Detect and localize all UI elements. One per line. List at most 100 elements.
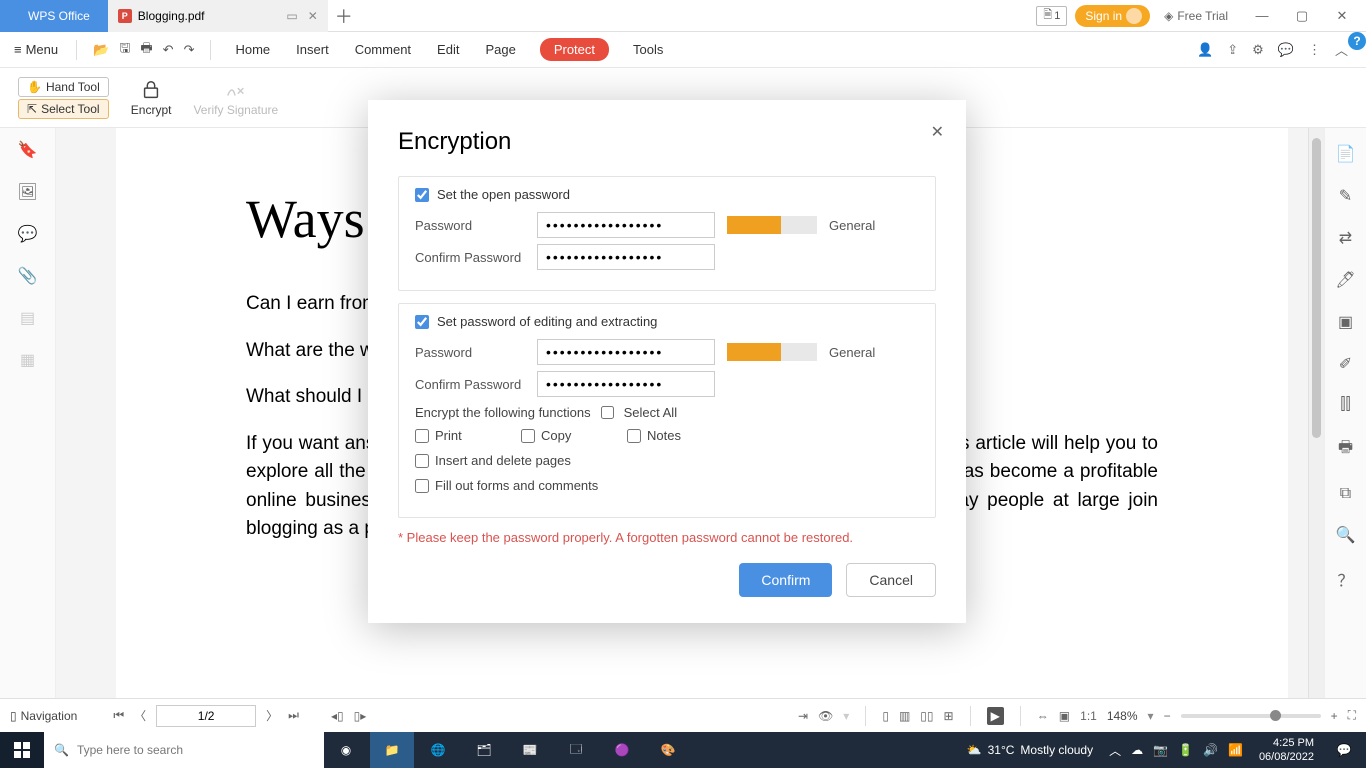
prev-page-icon[interactable]: 〈 <box>134 707 146 724</box>
tray-wifi-icon[interactable]: 📶 <box>1228 743 1243 757</box>
select-all-checkbox[interactable] <box>601 406 614 419</box>
single-page-icon[interactable]: ▯ <box>882 709 889 723</box>
tab-close-icon[interactable]: ✕ <box>308 9 318 23</box>
taskbar-cortana-icon[interactable]: ◉ <box>324 732 368 768</box>
start-button[interactable] <box>0 732 44 768</box>
taskbar-search[interactable]: 🔍 Type here to search <box>44 732 324 768</box>
fit-page-icon[interactable]: ▣ <box>1059 709 1070 723</box>
screenshot-icon[interactable]: ⧉ <box>1340 485 1351 503</box>
tab-page[interactable]: Page <box>483 38 517 61</box>
tab-insert[interactable]: Insert <box>294 38 331 61</box>
continuous-icon[interactable]: ▥ <box>899 709 910 723</box>
fit-width-icon[interactable]: ⇔ <box>1037 709 1049 723</box>
annotate-icon[interactable]: 🖊 <box>1335 270 1355 290</box>
print-right-icon[interactable]: 🖶 <box>1338 436 1353 463</box>
highlight-icon[interactable]: ✐ <box>1339 354 1352 374</box>
convert-icon[interactable]: ⇄ <box>1339 228 1352 248</box>
feedback-icon[interactable]: 💬 <box>1278 42 1294 58</box>
tab-tools[interactable]: Tools <box>631 38 665 61</box>
notes-checkbox[interactable] <box>627 429 641 443</box>
tray-meet-icon[interactable]: 📷 <box>1153 743 1168 757</box>
free-trial-button[interactable]: ◈ Free Trial <box>1158 9 1234 23</box>
print-icon[interactable]: 🖶 <box>140 39 152 61</box>
taskbar-clock[interactable]: 4:25 PM 06/08/2022 <box>1251 736 1322 765</box>
signin-button[interactable]: Sign in <box>1075 5 1150 27</box>
taskbar-weather[interactable]: ⛅ 31°C Mostly cloudy <box>959 743 1101 757</box>
two-continuous-icon[interactable]: ⊞ <box>944 709 954 723</box>
split-icon[interactable]: ⫿⫿ <box>1340 396 1350 414</box>
layers-icon[interactable]: ▤ <box>20 308 35 328</box>
set-open-password-checkbox[interactable] <box>415 188 429 202</box>
attachment-icon[interactable]: 📎 <box>18 266 38 286</box>
encrypt-button[interactable]: Encrypt <box>131 79 172 117</box>
tray-chevron-icon[interactable]: ︿ <box>1109 742 1121 759</box>
zoom-slider[interactable] <box>1181 714 1321 718</box>
open-password-input[interactable] <box>537 212 715 238</box>
next-page-icon[interactable]: 〉 <box>266 707 278 724</box>
export-pdf-icon[interactable]: 📄 <box>1336 144 1356 164</box>
select-tool-button[interactable]: ⇱Select Tool <box>18 99 109 119</box>
fill-forms-checkbox[interactable] <box>415 479 429 493</box>
redo-icon[interactable]: ↷ <box>184 42 195 58</box>
confirm-button[interactable]: Confirm <box>739 563 832 597</box>
tab-comment[interactable]: Comment <box>353 38 413 61</box>
copy-checkbox[interactable] <box>521 429 535 443</box>
more-icon[interactable]: ⋮ <box>1308 42 1321 58</box>
doc-count-badge[interactable]: 🗎 1 <box>1036 6 1067 26</box>
tab-home[interactable]: Home <box>233 38 272 61</box>
menu-button[interactable]: ≡ Menu <box>6 38 66 61</box>
forward-icon[interactable]: ▯▸ <box>354 709 367 723</box>
zoom-out-icon[interactable]: − <box>1164 709 1171 723</box>
minimize-button[interactable]: — <box>1242 0 1282 32</box>
set-edit-password-checkbox[interactable] <box>415 315 429 329</box>
two-page-icon[interactable]: ▯▯ <box>920 709 933 723</box>
edit-confirm-input[interactable] <box>537 371 715 397</box>
taskbar-edge-icon[interactable]: 🟣 <box>600 732 644 768</box>
crop-icon[interactable]: ▣ <box>1338 312 1353 332</box>
actual-size-icon[interactable]: 1:1 <box>1080 709 1097 723</box>
taskbar-news-icon[interactable]: 📰 <box>508 732 552 768</box>
cancel-button[interactable]: Cancel <box>846 563 936 597</box>
new-tab-button[interactable]: ＋ <box>328 0 360 32</box>
save-icon[interactable]: 🖫 <box>119 39 130 61</box>
user-icon[interactable]: 👤 <box>1197 42 1213 58</box>
wps-office-tab[interactable]: WPS Office <box>0 0 108 32</box>
maximize-button[interactable]: ▢ <box>1282 0 1322 32</box>
print-checkbox[interactable] <box>415 429 429 443</box>
help-right-icon[interactable]: ？ <box>1337 567 1353 591</box>
help-icon[interactable]: ? <box>1348 32 1366 50</box>
comment-pane-icon[interactable]: 💬 <box>18 224 38 244</box>
dialog-close-icon[interactable]: ✕ <box>931 122 944 142</box>
taskbar-explorer-icon[interactable]: 📁 <box>370 732 414 768</box>
taskbar-taskview-icon[interactable]: 🗔 <box>554 732 598 768</box>
thumbnail-icon[interactable]: 🖼 <box>17 182 37 202</box>
fullscreen-icon[interactable]: ⛶ <box>1348 708 1356 723</box>
bookmark-icon[interactable]: 🔖 <box>18 140 38 160</box>
zoom-in-icon[interactable]: + <box>1331 709 1338 723</box>
insert-delete-checkbox[interactable] <box>415 454 429 468</box>
navigation-button[interactable]: ▯ Navigation <box>10 709 77 723</box>
open-icon[interactable]: 📂 <box>93 42 109 58</box>
tray-onedrive-icon[interactable]: ☁ <box>1131 743 1143 757</box>
tray-volume-icon[interactable]: 🔊 <box>1203 743 1218 757</box>
undo-icon[interactable]: ↶ <box>163 42 174 58</box>
hand-tool-button[interactable]: ✋Hand Tool <box>18 77 109 97</box>
eye-icon[interactable]: 👁 <box>818 709 833 723</box>
tab-protect[interactable]: Protect <box>540 38 609 61</box>
notifications-icon[interactable]: 💬 <box>1322 732 1366 768</box>
tab-edit[interactable]: Edit <box>435 38 461 61</box>
back-icon[interactable]: ◂▯ <box>331 709 344 723</box>
edit-password-input[interactable] <box>537 339 715 365</box>
taskbar-chrome-icon[interactable]: 🌐 <box>416 732 460 768</box>
collapse-ribbon-icon[interactable]: ︿ <box>1335 40 1348 59</box>
reading-mode-icon[interactable]: ⇥ <box>798 709 808 723</box>
taskbar-paint-icon[interactable]: 🎨 <box>646 732 690 768</box>
last-page-icon[interactable]: ⏭ <box>288 708 299 723</box>
taskbar-folder-icon[interactable]: 🗂 <box>462 732 506 768</box>
system-tray[interactable]: ︿ ☁ 📷 🔋 🔊 📶 <box>1101 742 1251 759</box>
share-icon[interactable]: ⇪ <box>1227 42 1238 58</box>
page-number-input[interactable] <box>156 705 256 727</box>
slideshow-icon[interactable]: ▶ <box>987 707 1004 725</box>
scroll-thumb[interactable] <box>1312 138 1321 438</box>
find-icon[interactable]: 🔍 <box>1336 525 1356 545</box>
